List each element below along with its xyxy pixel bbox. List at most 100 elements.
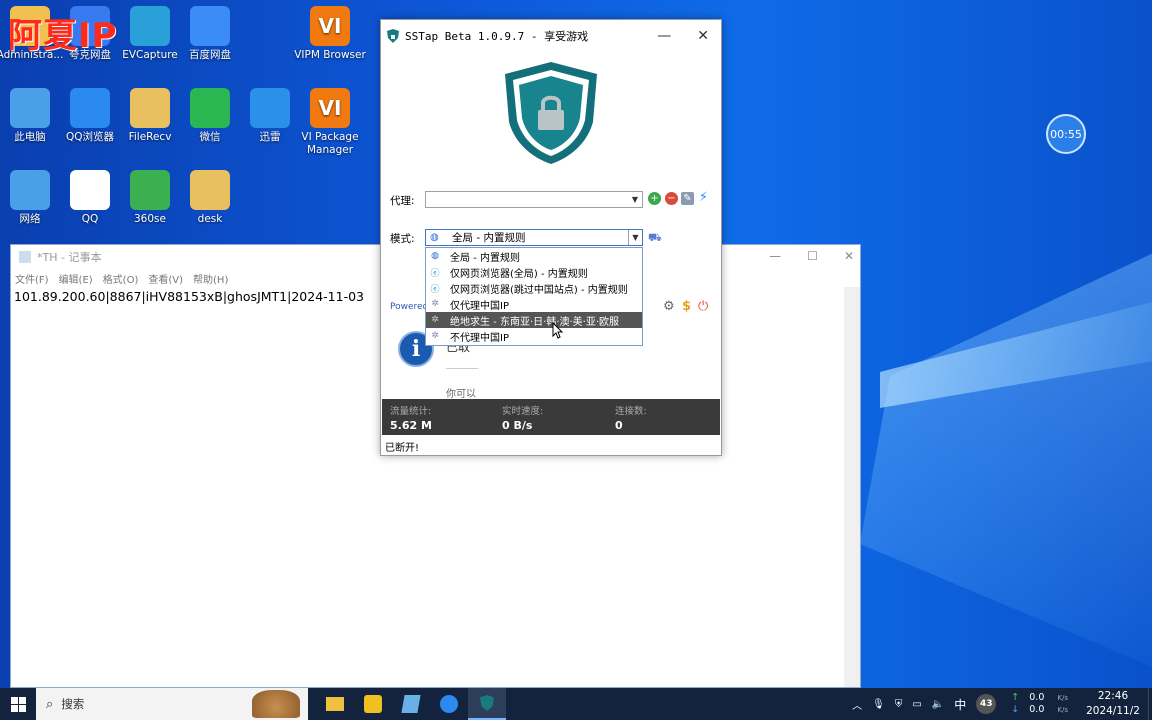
search-icon: ⌕ — [46, 696, 54, 712]
globe-icon: ◍ — [430, 231, 439, 243]
dropdown-item-selected[interactable]: ✲ 绝地求生 - 东南亚·日·韩·澳·美·亚·欧服 — [426, 312, 642, 328]
traffic-label: 流量统计: — [390, 406, 432, 417]
windows-logo-icon — [10, 696, 26, 712]
wechat-icon — [190, 88, 230, 128]
this-pc-icon — [10, 88, 50, 128]
floating-timer[interactable]: 00:55 — [1046, 114, 1086, 154]
chevron-up-icon[interactable]: ︿ — [852, 697, 862, 712]
donate-icon[interactable]: $ — [682, 299, 691, 314]
taskbar-file-explorer[interactable] — [316, 688, 354, 720]
volume-icon[interactable]: 🔈 — [932, 699, 944, 710]
chevron-down-icon: ▼ — [631, 195, 639, 204]
taskbar: ⌕ 搜索 ︿ 🎙 ⛨ ▭ 🔈 中 43 ↑ 0.0 K/s ↓ 0.0 K/s 22… — [0, 688, 1152, 720]
clock-time: 22:46 — [1097, 690, 1129, 702]
traffic-value: 5.62 M — [390, 419, 432, 432]
minimize-button[interactable]: — — [769, 249, 781, 263]
folder-icon — [130, 88, 170, 128]
evcapture-icon — [130, 6, 170, 46]
settings-gear-icon[interactable]: ⚙ — [663, 299, 675, 314]
folder-icon — [190, 170, 230, 210]
menu-view[interactable]: 查看(V) — [148, 271, 183, 286]
desktop-icon[interactable]: VI VIPM Browser — [294, 6, 366, 62]
menu-edit[interactable]: 编辑(E) — [59, 271, 93, 286]
watermark: 阿夏IP — [8, 16, 118, 56]
shield-lock-icon — [505, 62, 597, 164]
taskbar-sstap[interactable] — [468, 688, 506, 720]
minimize-button[interactable]: — — [657, 28, 671, 44]
desktop-icon-label: VI Package Manager — [301, 131, 359, 156]
taskbar-browser[interactable] — [430, 688, 468, 720]
wallpaper-light-beam — [860, 250, 1152, 670]
ime-indicator[interactable]: 中 — [954, 696, 966, 713]
security-shield-icon[interactable]: ⛨ — [895, 699, 903, 710]
remove-proxy-icon[interactable]: − — [665, 192, 678, 205]
sstap-window[interactable]: SSTap Beta 1.0.9.7 - 享受游戏 — ✕ 代理: ▼ + − … — [380, 19, 722, 456]
menu-help[interactable]: 帮助(H) — [193, 271, 228, 286]
system-tray: ︿ 🎙 ⛨ ▭ 🔈 中 43 ↑ 0.0 K/s ↓ 0.0 K/s 22:46 2… — [847, 688, 1152, 720]
edit-proxy-icon[interactable]: ✎ — [681, 192, 694, 205]
desktop-icon[interactable]: desk — [174, 170, 246, 226]
status-text: 已断开! — [385, 443, 420, 454]
speed-value: 0 B/s — [502, 419, 533, 432]
download-arrow-icon: ↓ — [1011, 704, 1020, 715]
close-button[interactable]: ✕ — [697, 28, 709, 44]
vipm-icon: VI — [310, 6, 350, 46]
proxy-select[interactable]: ▼ — [425, 191, 643, 208]
powered-label: Powered — [390, 302, 429, 312]
add-proxy-icon[interactable]: + — [648, 192, 661, 205]
connections-label: 连接数: — [615, 406, 647, 417]
desktop-icon[interactable]: 百度网盘 — [174, 6, 246, 62]
vertical-scrollbar[interactable] — [844, 287, 860, 687]
desktop-icon-label: 百度网盘 — [189, 49, 231, 61]
baidu-netdisk-icon — [190, 6, 230, 46]
temperature-badge[interactable]: 43 — [976, 694, 997, 714]
sstap-shield-icon — [480, 695, 494, 711]
dropdown-item[interactable]: ⓔ 仅网页浏览器(全局) - 内置规则 — [426, 264, 642, 280]
show-desktop-button[interactable] — [1148, 688, 1152, 720]
dropdown-item[interactable]: ◍ 全局 - 内置规则 — [426, 248, 642, 264]
taskbar-app[interactable] — [354, 688, 392, 720]
network-icon[interactable]: ▭ — [912, 699, 921, 710]
net-speed-widget[interactable]: ↑ 0.0 K/s ↓ 0.0 K/s — [1006, 692, 1073, 716]
mode-dropdown-list[interactable]: ◍ 全局 - 内置规则 ⓔ 仅网页浏览器(全局) - 内置规则 ⓔ 仅网页浏览器(跳过… — [425, 247, 643, 346]
start-button[interactable] — [0, 688, 36, 720]
mode-edit-icon[interactable]: ⛟ — [648, 231, 662, 246]
menu-file[interactable]: 文件(F) — [15, 271, 49, 286]
vi-package-icon: VI — [310, 88, 350, 128]
search-highlight-icon — [252, 690, 300, 718]
dropdown-item[interactable]: ✲ 仅代理中国IP — [426, 296, 642, 312]
taskbar-search-box[interactable]: ⌕ 搜索 — [36, 688, 308, 720]
mode-select[interactable]: ◍ 全局 - 内置规则 ▼ — [425, 229, 643, 246]
menu-format[interactable]: 格式(O) — [103, 271, 139, 286]
desktop-icon-label: desk — [197, 213, 223, 225]
clock-date: 2024/11/2 — [1086, 705, 1140, 717]
notepad-title: *TH - 记事本 — [37, 251, 102, 264]
ie-icon: ⓔ — [430, 268, 440, 279]
browser-icon — [440, 695, 458, 713]
dropdown-item[interactable]: ✲ 不代理中国IP — [426, 328, 642, 344]
mode-label: 模式: — [390, 233, 415, 245]
network-icon — [10, 170, 50, 210]
qq-browser-icon — [70, 88, 110, 128]
ie-icon: ⓔ — [430, 284, 440, 295]
clock[interactable]: 22:46 2024/11/2 — [1078, 689, 1148, 719]
xunlei-icon — [250, 88, 290, 128]
lightning-icon[interactable]: ⚡ — [697, 190, 710, 205]
desktop-icon[interactable]: VI VI Package Manager — [294, 88, 366, 157]
speed-label: 实时速度: — [502, 406, 544, 417]
chevron-down-icon: ▼ — [628, 230, 642, 245]
taskbar-notepad[interactable] — [392, 688, 430, 720]
notepad-icon — [19, 251, 31, 263]
folder-icon — [326, 697, 344, 711]
microphone-icon[interactable]: 🎙 — [872, 699, 885, 710]
sstap-shield-icon — [387, 29, 399, 43]
dropdown-item[interactable]: ⓔ 仅网页浏览器(跳过中国站点) - 内置规则 — [426, 280, 642, 296]
notepad-icon — [401, 695, 421, 713]
game-icon: ✲ — [431, 331, 439, 341]
game-icon: ✲ — [431, 315, 439, 325]
maximize-button[interactable]: ☐ — [807, 249, 818, 263]
desktop-icon-label: VIPM Browser — [294, 49, 366, 61]
power-icon[interactable]: ⏻ — [698, 299, 708, 314]
upload-arrow-icon: ↑ — [1011, 692, 1020, 703]
close-button[interactable]: ✕ — [844, 249, 854, 263]
